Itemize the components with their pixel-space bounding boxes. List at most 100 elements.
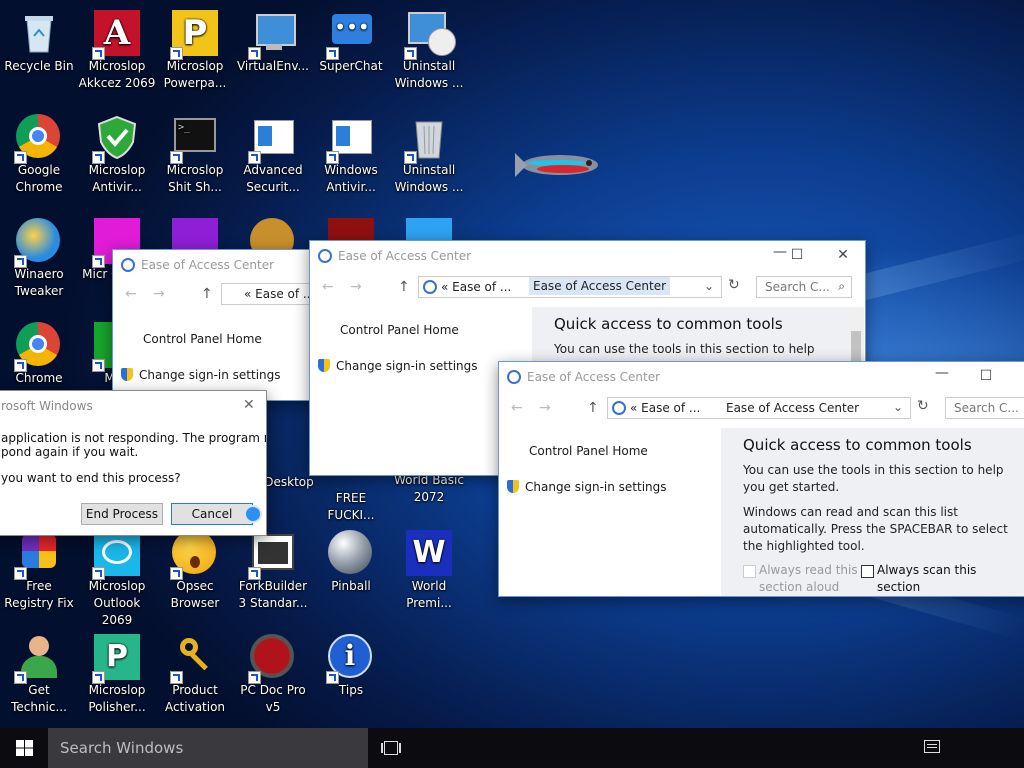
intro-text: You can use the tools in this section to… xyxy=(743,463,1004,494)
desktop-icon-pc-doc-pro[interactable]: PC Doc Pro v5 xyxy=(234,628,312,716)
desktop-icon-uninstall-windows-1[interactable]: Uninstall Windows ... xyxy=(390,4,468,92)
desktop-icon-product-activation[interactable]: Product Activation xyxy=(156,628,234,716)
search-input[interactable]: Search C... xyxy=(945,397,1024,419)
desktop-icon-microslop-polisher[interactable]: P Microslop Polisher... xyxy=(78,628,156,716)
desktop-icon-recycle-bin[interactable]: Recycle Bin xyxy=(0,4,78,75)
support-person-icon xyxy=(14,634,62,684)
chevron-down-icon[interactable]: ⌄ xyxy=(893,400,903,414)
desktop-icon-superchat[interactable]: ••• SuperChat xyxy=(312,4,390,75)
breadcrumb[interactable]: « Ease of ... Ease of Access Center ⌄ xyxy=(607,397,911,419)
desktop-icon-forkbuilder[interactable]: ForkBuilder 3 Standar... xyxy=(234,524,312,612)
cancel-button[interactable]: Cancel xyxy=(171,503,253,525)
minimize-button[interactable]: — xyxy=(927,365,957,381)
up-arrow-icon[interactable]: ↑ xyxy=(587,400,599,416)
checkbox-box[interactable] xyxy=(743,565,756,578)
desktop-icon-microslop-powerpa[interactable]: P Microslop Powerpa... xyxy=(156,4,234,92)
key-icon xyxy=(170,634,218,684)
control-panel-home-link[interactable]: Control Panel Home xyxy=(529,444,648,458)
control-panel-icon xyxy=(612,401,626,415)
checkbox-box[interactable] xyxy=(861,565,874,578)
desktop-icon-microslop-outlook[interactable]: Microslop Outlook 2069 xyxy=(78,524,156,629)
back-arrow-icon[interactable]: ← xyxy=(322,279,334,295)
up-arrow-icon[interactable]: ↑ xyxy=(398,279,410,295)
link-text: Change sign-in settings xyxy=(525,480,667,494)
forward-arrow-icon[interactable]: → xyxy=(153,286,165,302)
pc-doc-icon xyxy=(248,634,296,684)
change-sign-in-settings-link[interactable]: Change sign-in settings xyxy=(121,368,281,382)
surprised-face-icon xyxy=(170,530,218,580)
search-placeholder: Search C... xyxy=(765,280,830,294)
window-titlebar[interactable]: Ease of Access Center xyxy=(113,250,323,280)
search-input[interactable]: Search C... ⌕ xyxy=(756,276,852,298)
winaero-icon xyxy=(14,218,62,268)
chevron-down-icon[interactable]: ⌄ xyxy=(704,279,714,293)
maximize-button[interactable]: ☐ xyxy=(782,247,812,263)
icon-label: Chrome xyxy=(15,371,63,385)
start-button[interactable] xyxy=(0,728,48,768)
desktop-icon-pinball[interactable]: Pinball xyxy=(312,524,390,595)
busy-cursor-icon xyxy=(244,505,262,523)
task-view-button[interactable] xyxy=(380,738,404,758)
icon-label: Recycle Bin xyxy=(4,59,74,73)
up-arrow-icon[interactable]: ↑ xyxy=(201,286,213,302)
window-titlebar[interactable]: Ease of Access Center — ☐ ✕ xyxy=(310,241,865,271)
desktop-icon-microslop-shit-sh[interactable]: >_ Microslop Shit Sh... xyxy=(156,108,234,196)
close-icon[interactable]: ✕ xyxy=(243,397,255,413)
desktop-icon-chrome[interactable]: Chrome xyxy=(0,316,78,387)
desktop-icon-free-registry-fix[interactable]: Free Registry Fix xyxy=(0,524,78,612)
breadcrumb-prefix: « Ease of ... xyxy=(441,280,512,294)
control-panel-home-link[interactable]: Control Panel Home xyxy=(143,332,262,346)
breadcrumb[interactable]: « Ease of ... Ease of Access Center ⌄ xyxy=(418,276,722,298)
chat-icon: ••• xyxy=(326,10,374,60)
link-text: Change sign-in settings xyxy=(139,368,281,382)
forward-arrow-icon[interactable]: → xyxy=(350,279,362,295)
back-arrow-icon[interactable]: ← xyxy=(125,286,137,302)
ease-of-access-window-3[interactable]: Ease of Access Center — ☐ ← → ↑ « Ease o… xyxy=(498,361,1024,597)
window-title: Ease of Access Center xyxy=(527,370,661,384)
desktop-icon-google-chrome[interactable]: Google Chrome xyxy=(0,108,78,196)
desktop-icon-winaero-tweaker[interactable]: Winaero Tweaker xyxy=(0,212,78,300)
search-icon: ⌕ xyxy=(838,279,845,293)
change-sign-in-settings-link[interactable]: Change sign-in settings xyxy=(318,359,478,373)
ease-of-access-window-1[interactable]: Ease of Access Center ← → ↑ « Ease of ..… xyxy=(112,249,324,401)
breadcrumb[interactable]: « Ease of ... xyxy=(221,283,321,305)
refresh-icon[interactable]: ↻ xyxy=(728,277,740,293)
taskbar-search-input[interactable]: Search Windows xyxy=(48,728,368,768)
desktop-icon-get-technic[interactable]: Get Technic... xyxy=(0,628,78,716)
forward-arrow-icon[interactable]: → xyxy=(539,400,551,416)
uac-shield-icon xyxy=(121,368,133,381)
refresh-icon[interactable]: ↻ xyxy=(917,398,929,414)
back-arrow-icon[interactable]: ← xyxy=(511,400,523,416)
desktop-icon-opsec-browser[interactable]: Opsec Browser xyxy=(156,524,234,612)
desktop-icon-tips[interactable]: i Tips xyxy=(312,628,390,699)
desktop-icon-windows-antivir[interactable]: Windows Antivir... xyxy=(312,108,390,196)
desktop-icon-world-premi[interactable]: W World Premi... xyxy=(390,524,468,612)
end-process-button[interactable]: End Process xyxy=(81,503,163,525)
control-panel-home-link[interactable]: Control Panel Home xyxy=(340,323,459,337)
close-button[interactable]: ✕ xyxy=(828,247,858,263)
breadcrumb-current[interactable]: Ease of Access Center xyxy=(529,277,671,295)
desktop-icon-virtualenv[interactable]: VirtualEnv... xyxy=(234,4,312,75)
left-pane: Control Panel Home Change sign-in settin… xyxy=(499,424,721,594)
world-premium-icon: W xyxy=(406,530,452,576)
always-scan-checkbox[interactable]: Always scan this section xyxy=(861,562,1001,596)
intro-text: You can use the tools in this section to… xyxy=(554,342,815,356)
uac-shield-icon xyxy=(507,480,519,493)
window-titlebar[interactable]: Ease of Access Center — ☐ xyxy=(499,362,1024,392)
icon-label: Microslop Outlook 2069 xyxy=(88,579,146,627)
not-responding-dialog[interactable]: rosoft Windows ✕ application is not resp… xyxy=(0,390,267,536)
maximize-button[interactable]: ☐ xyxy=(971,368,1001,384)
dialog-titlebar[interactable]: rosoft Windows ✕ xyxy=(0,391,266,421)
desktop-icon-uninstall-windows-2[interactable]: Uninstall Windows ... xyxy=(390,108,468,196)
always-read-aloud-checkbox[interactable]: Always read this section aloud xyxy=(743,562,863,596)
windows-logo-icon xyxy=(16,740,33,756)
desktop-icon-microslop-akkcez[interactable]: A Microslop Akkcez 2069 xyxy=(78,4,156,92)
window-title: Ease of Access Center xyxy=(338,249,472,263)
desktop-icon-advanced-securit[interactable]: Advanced Securit... xyxy=(234,108,312,196)
change-sign-in-settings-link[interactable]: Change sign-in settings xyxy=(507,480,667,494)
icon-label: Microslop Antivir... xyxy=(88,163,146,194)
breadcrumb-current[interactable]: Ease of Access Center xyxy=(726,401,859,415)
desktop-icon-microslop-antivir[interactable]: Microslop Antivir... xyxy=(78,108,156,196)
action-center-button[interactable] xyxy=(920,738,944,758)
address-bar: ← → ↑ « Ease of ... Ease of Access Cente… xyxy=(499,394,1024,422)
